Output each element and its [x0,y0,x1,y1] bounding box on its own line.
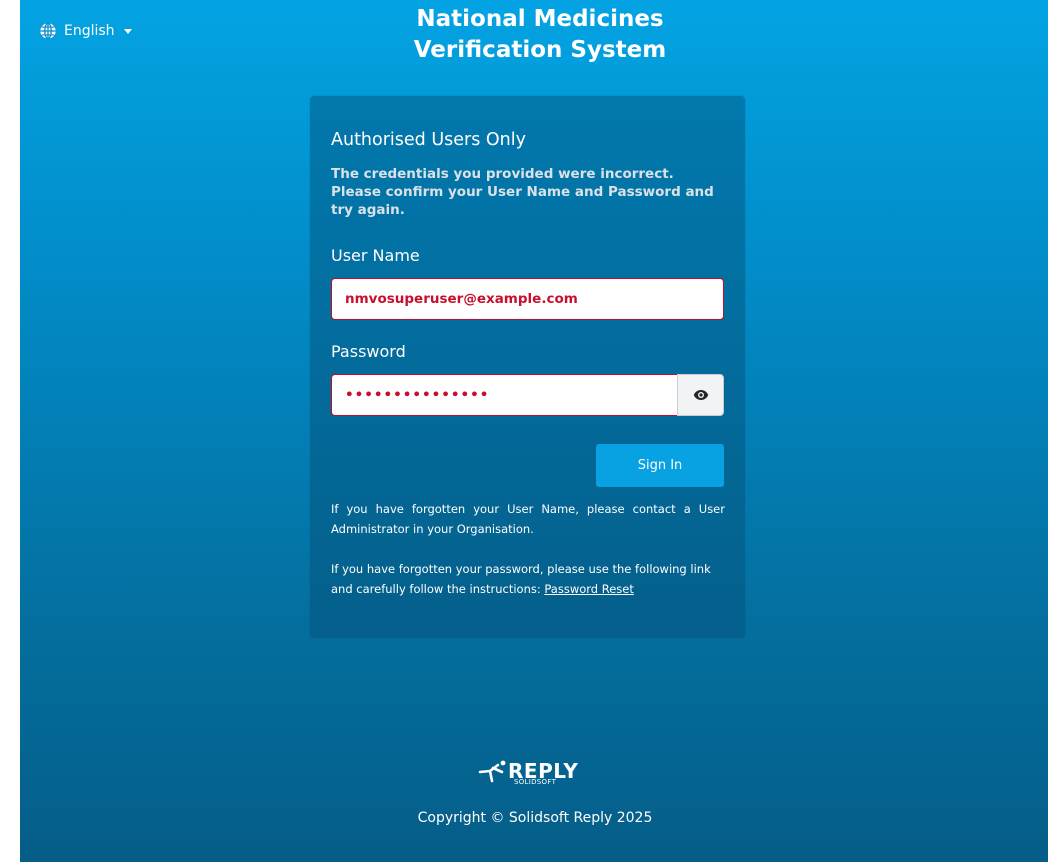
password-label: Password [331,342,406,361]
language-label: English [64,23,115,39]
username-input[interactable] [331,278,724,320]
language-selector[interactable]: English [39,21,132,41]
username-label: User Name [331,246,420,265]
page-title: National Medicines Verification System [335,4,745,66]
sign-in-button[interactable]: Sign In [596,444,724,487]
caret-down-icon [123,28,132,34]
forgot-password-text: If you have forgotten your password, ple… [331,562,711,596]
page-title-line-2: Verification System [413,37,667,63]
login-heading: Authorised Users Only [331,130,526,150]
eye-icon [693,390,708,400]
login-card: Authorised Users Only The credentials yo… [310,96,745,638]
forgot-username-help: If you have forgotten your User Name, pl… [331,502,725,536]
error-message: The credentials you provided were incorr… [331,166,714,218]
copyright: Copyright © Solidsoft Reply 2025 [417,810,653,826]
reply-logo: REPLY SOLIDSOFT [478,752,588,790]
password-input[interactable]: ••••••••••••••• [331,374,678,416]
brand-subtitle: SOLIDSOFT [514,778,557,786]
password-reset-link[interactable]: Password Reset [544,582,634,596]
globe-icon [40,22,56,40]
page-title-line-1: National Medicines [416,6,664,32]
forgot-password-help: If you have forgotten your password, ple… [331,559,725,599]
toggle-password-button[interactable] [677,374,724,416]
login-page: English National Medicines Verification … [20,0,1048,862]
reply-runner-icon [478,760,506,783]
